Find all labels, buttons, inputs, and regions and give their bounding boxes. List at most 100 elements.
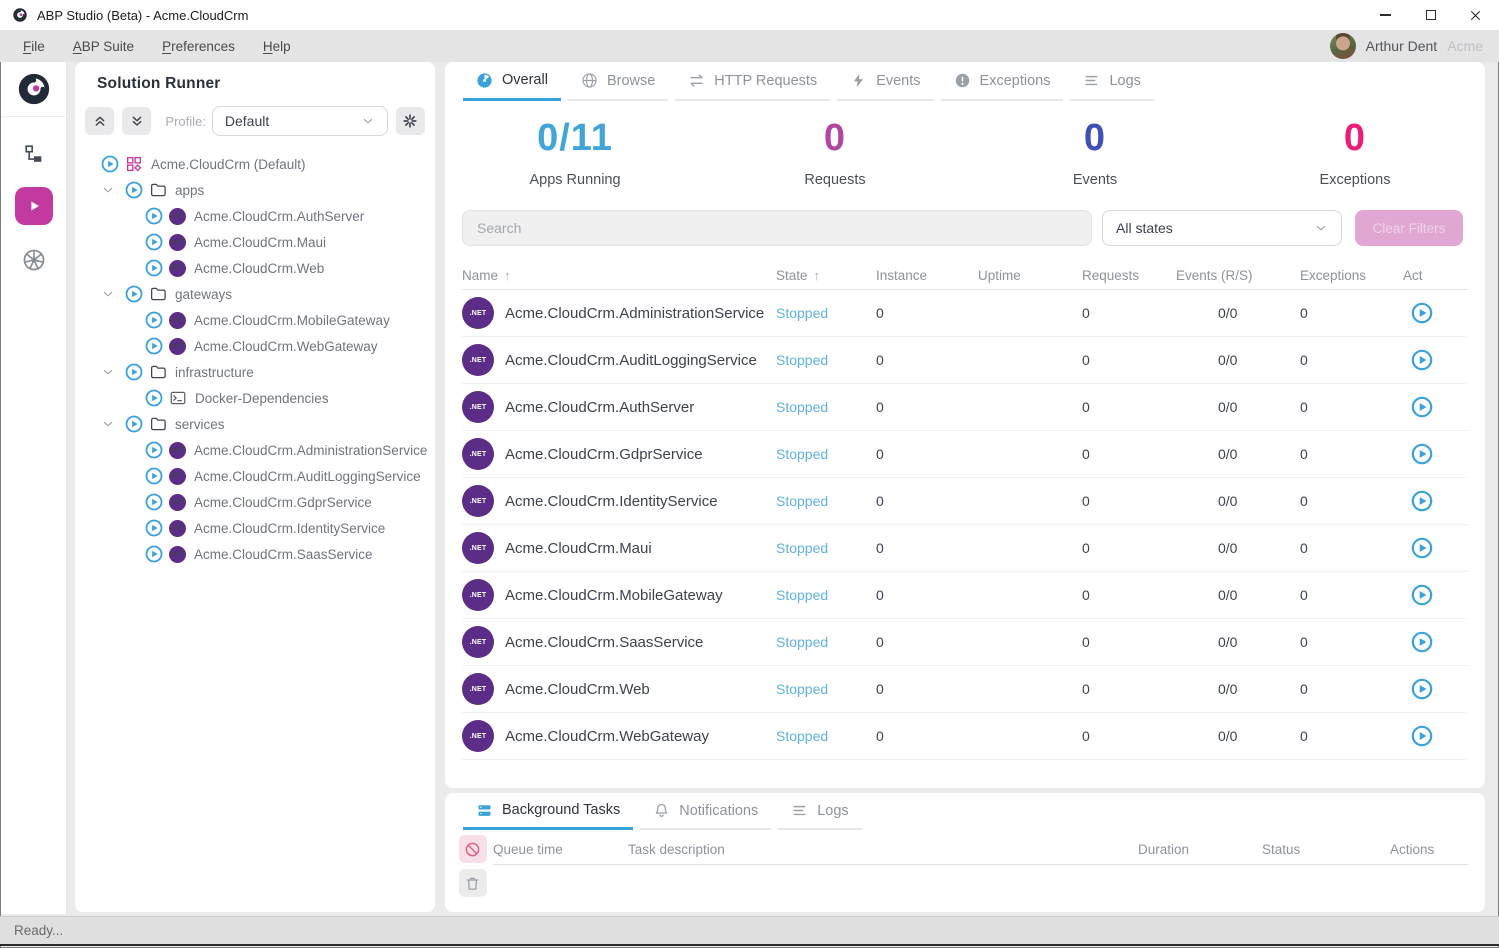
- service-name: Acme.CloudCrm.Web: [505, 681, 650, 698]
- profile-select[interactable]: Default: [212, 106, 388, 136]
- maximize-button[interactable]: [1408, 0, 1453, 30]
- start-app-button[interactable]: [1411, 725, 1433, 747]
- menu-abp-suite-accel: A: [73, 39, 82, 54]
- collapse-all-button[interactable]: [85, 107, 114, 135]
- tab-label: Logs: [817, 803, 848, 819]
- clear-tasks-button[interactable]: [459, 869, 487, 897]
- state-filter-select[interactable]: All states: [1102, 210, 1342, 246]
- play-icon[interactable]: [145, 207, 163, 225]
- start-app-button[interactable]: [1411, 443, 1433, 465]
- play-icon[interactable]: [145, 493, 163, 511]
- chevron-down-icon[interactable]: [100, 417, 116, 431]
- solution-explorer-rail-button[interactable]: [23, 143, 45, 165]
- column-header-name[interactable]: Name↑: [462, 268, 776, 283]
- column-header-requests[interactable]: Requests: [1082, 268, 1176, 283]
- tree-item-gdprservice[interactable]: .NET Acme.CloudCrm.GdprService: [75, 489, 435, 515]
- column-header-uptime[interactable]: Uptime: [978, 268, 1082, 283]
- tree-item-webgateway[interactable]: .NET Acme.CloudCrm.WebGateway: [75, 333, 435, 359]
- tab-events[interactable]: Events: [837, 62, 933, 101]
- start-app-button[interactable]: [1411, 302, 1433, 324]
- menu-abp-suite[interactable]: ABP Suite: [73, 39, 134, 54]
- play-icon[interactable]: [145, 545, 163, 563]
- search-input[interactable]: [462, 210, 1092, 246]
- play-icon[interactable]: [145, 519, 163, 537]
- tree-item-label: Acme.CloudCrm.AdministrationService: [194, 443, 427, 458]
- play-icon[interactable]: [125, 415, 143, 433]
- runner-settings-button[interactable]: [396, 107, 425, 135]
- column-header-state[interactable]: State↑: [776, 268, 876, 283]
- play-icon[interactable]: [145, 467, 163, 485]
- start-app-button[interactable]: [1411, 584, 1433, 606]
- start-app-button[interactable]: [1411, 349, 1433, 371]
- main-panel: Overall Browse HTTP Requests Events Exce…: [445, 62, 1485, 788]
- kubernetes-rail-button[interactable]: [21, 247, 47, 273]
- menu-file-accel: F: [23, 39, 31, 54]
- cancel-tasks-button[interactable]: [459, 835, 487, 863]
- clear-filters-button[interactable]: Clear Filters: [1355, 210, 1463, 246]
- start-app-button[interactable]: [1411, 537, 1433, 559]
- stat-label: Requests: [705, 172, 965, 188]
- background-tasks-body: Queue time Task description Duration Sta…: [445, 835, 1485, 897]
- tab-http-requests[interactable]: HTTP Requests: [675, 62, 830, 101]
- column-header-exceptions[interactable]: Exceptions: [1300, 268, 1403, 283]
- tab-browse[interactable]: Browse: [568, 62, 668, 101]
- exceptions-value: 0: [1300, 728, 1403, 744]
- play-icon[interactable]: [145, 233, 163, 251]
- play-icon[interactable]: [125, 363, 143, 381]
- tree-item-identityservice[interactable]: .NET Acme.CloudCrm.IdentityService: [75, 515, 435, 541]
- tab-overall[interactable]: Overall: [463, 62, 561, 101]
- play-icon[interactable]: [101, 155, 119, 173]
- play-icon[interactable]: [125, 285, 143, 303]
- menu-help[interactable]: Help: [263, 39, 291, 54]
- tab-notifications[interactable]: Notifications: [640, 793, 771, 830]
- chevron-down-icon[interactable]: [100, 287, 116, 301]
- events-value: 0/0: [1176, 305, 1300, 321]
- tree-item-gateways[interactable]: gateways: [75, 281, 435, 307]
- tab-exceptions[interactable]: Exceptions: [941, 62, 1064, 101]
- tree-item-saasservice[interactable]: .NET Acme.CloudCrm.SaasService: [75, 541, 435, 567]
- tree-item-services[interactable]: services: [75, 411, 435, 437]
- tree-item-mobilegateway[interactable]: .NET Acme.CloudCrm.MobileGateway: [75, 307, 435, 333]
- play-icon[interactable]: [145, 259, 163, 277]
- tree-item-label: Acme.CloudCrm.SaasService: [194, 547, 373, 562]
- tab-bottom-logs[interactable]: Logs: [778, 793, 861, 830]
- chevron-down-icon[interactable]: [100, 365, 116, 379]
- expand-all-button[interactable]: [122, 107, 151, 135]
- solution-runner-rail-button[interactable]: [15, 187, 53, 225]
- play-icon[interactable]: [145, 311, 163, 329]
- tree-item-authserver[interactable]: .NET Acme.CloudCrm.AuthServer: [75, 203, 435, 229]
- tree-item-apps[interactable]: apps: [75, 177, 435, 203]
- column-header-actions[interactable]: Act: [1403, 268, 1468, 283]
- play-icon[interactable]: [145, 337, 163, 355]
- stat-events: 0Events: [965, 117, 1225, 188]
- tree-item-infrastructure[interactable]: infrastructure: [75, 359, 435, 385]
- play-icon[interactable]: [145, 441, 163, 459]
- play-icon[interactable]: [125, 181, 143, 199]
- column-header-events[interactable]: Events (R/S): [1176, 268, 1300, 283]
- double-chevron-down-icon: [129, 113, 145, 129]
- play-icon[interactable]: [145, 389, 163, 407]
- chevron-down-icon[interactable]: [100, 183, 116, 197]
- minimize-button[interactable]: [1363, 0, 1408, 30]
- column-header-instance[interactable]: Instance: [876, 268, 978, 283]
- tree-item-auditloggingservice[interactable]: .NET Acme.CloudCrm.AuditLoggingService: [75, 463, 435, 489]
- close-button[interactable]: [1453, 0, 1498, 30]
- column-header-status: Status: [1262, 842, 1390, 857]
- menu-preferences[interactable]: Preferences: [162, 39, 235, 54]
- main-tabs: Overall Browse HTTP Requests Events Exce…: [445, 62, 1485, 101]
- menu-file[interactable]: File: [23, 39, 45, 54]
- start-app-button[interactable]: [1411, 490, 1433, 512]
- tree-item-maui[interactable]: .NET Acme.CloudCrm.Maui: [75, 229, 435, 255]
- start-app-button[interactable]: [1411, 678, 1433, 700]
- play-icon: [1411, 584, 1433, 606]
- table-row: .NETAcme.CloudCrm.GdprService Stopped 0 …: [462, 431, 1468, 478]
- tab-logs[interactable]: Logs: [1070, 62, 1153, 101]
- tree-item-docker-dependencies[interactable]: Docker-Dependencies: [75, 385, 435, 411]
- start-app-button[interactable]: [1411, 631, 1433, 653]
- tree-item-solution[interactable]: Acme.CloudCrm (Default): [75, 151, 435, 177]
- tree-item-administrationservice[interactable]: .NET Acme.CloudCrm.AdministrationService: [75, 437, 435, 463]
- user-menu[interactable]: Arthur Dent Acme: [1330, 30, 1483, 62]
- start-app-button[interactable]: [1411, 396, 1433, 418]
- tab-background-tasks[interactable]: Background Tasks: [463, 793, 633, 830]
- tree-item-web[interactable]: .NET Acme.CloudCrm.Web: [75, 255, 435, 281]
